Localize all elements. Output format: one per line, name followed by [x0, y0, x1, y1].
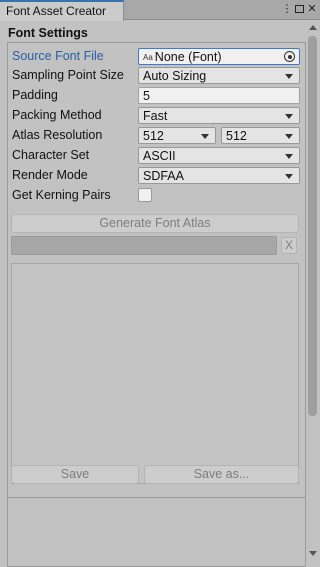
tab-font-asset-creator[interactable]: Font Asset Creator — [0, 0, 124, 21]
chevron-down-icon — [285, 174, 293, 179]
scroll-up-arrow-icon[interactable] — [309, 25, 317, 30]
generate-font-atlas-button[interactable]: Generate Font Atlas — [11, 214, 299, 233]
atlas-height-dropdown[interactable]: 512 — [221, 127, 300, 144]
chevron-down-icon — [285, 154, 293, 159]
render-mode-dropdown[interactable]: SDFAA — [138, 167, 300, 184]
tab-title: Font Asset Creator — [6, 4, 107, 18]
atlas-resolution-label: Atlas Resolution — [12, 128, 103, 142]
render-mode-label: Render Mode — [12, 168, 88, 182]
object-picker-icon[interactable] — [284, 51, 295, 62]
scroll-down-arrow-icon[interactable] — [309, 551, 317, 556]
padding-input[interactable]: 5 — [138, 87, 300, 104]
character-set-row: Character Set ASCII — [12, 147, 302, 165]
kerning-label: Get Kerning Pairs — [12, 188, 111, 202]
character-set-dropdown[interactable]: ASCII — [138, 147, 300, 164]
source-font-row: Source Font File Aa None (Font) — [12, 48, 302, 66]
section-header: Font Settings — [8, 26, 88, 40]
kerning-row: Get Kerning Pairs — [12, 187, 302, 205]
atlas-height-value: 512 — [226, 129, 247, 143]
atlas-width-dropdown[interactable]: 512 — [138, 127, 216, 144]
maximize-icon[interactable] — [295, 5, 304, 13]
font-asset-icon: Aa — [143, 53, 153, 62]
sampling-point-size-row: Sampling Point Size Auto Sizing — [12, 67, 302, 85]
kebab-menu-icon[interactable]: ⋮ — [281, 3, 293, 15]
lower-frame — [7, 497, 306, 567]
render-mode-value: SDFAA — [143, 169, 184, 183]
kerning-checkbox[interactable] — [138, 188, 152, 202]
atlas-preview-area — [11, 263, 299, 484]
source-font-field[interactable]: Aa None (Font) — [138, 48, 300, 65]
vertical-scrollbar[interactable] — [306, 21, 320, 561]
sampling-point-size-label: Sampling Point Size — [12, 68, 124, 82]
character-set-label: Character Set — [12, 148, 90, 162]
padding-label: Padding — [12, 88, 58, 102]
character-set-value: ASCII — [143, 149, 176, 163]
atlas-resolution-row: Atlas Resolution 512 512 — [12, 127, 302, 145]
sampling-point-size-dropdown[interactable]: Auto Sizing — [138, 67, 300, 84]
generation-progress-bar — [11, 236, 277, 255]
close-icon[interactable]: ✕ — [306, 3, 318, 15]
window-controls: ⋮ ✕ — [279, 3, 318, 15]
source-font-value: None (Font) — [154, 50, 222, 64]
chevron-down-icon — [285, 134, 293, 139]
chevron-down-icon — [285, 114, 293, 119]
font-asset-creator-panel: Font Settings Source Font File Aa None (F… — [0, 21, 306, 567]
source-font-label: Source Font File — [12, 49, 104, 63]
packing-method-dropdown[interactable]: Fast — [138, 107, 300, 124]
scrollbar-thumb[interactable] — [308, 36, 317, 416]
render-mode-row: Render Mode SDFAA — [12, 167, 302, 185]
sampling-point-size-value: Auto Sizing — [143, 69, 207, 83]
save-as-button[interactable]: Save as... — [144, 465, 299, 484]
chevron-down-icon — [285, 74, 293, 79]
padding-value: 5 — [143, 89, 150, 103]
atlas-width-value: 512 — [143, 129, 164, 143]
packing-method-label: Packing Method — [12, 108, 102, 122]
padding-row: Padding 5 — [12, 87, 302, 105]
save-button[interactable]: Save — [11, 465, 139, 484]
window-titlebar: Font Asset Creator ⋮ ✕ — [0, 0, 320, 21]
packing-method-value: Fast — [143, 109, 168, 123]
packing-method-row: Packing Method Fast — [12, 107, 302, 125]
cancel-generation-button[interactable]: X — [281, 237, 297, 254]
chevron-down-icon — [201, 134, 209, 139]
